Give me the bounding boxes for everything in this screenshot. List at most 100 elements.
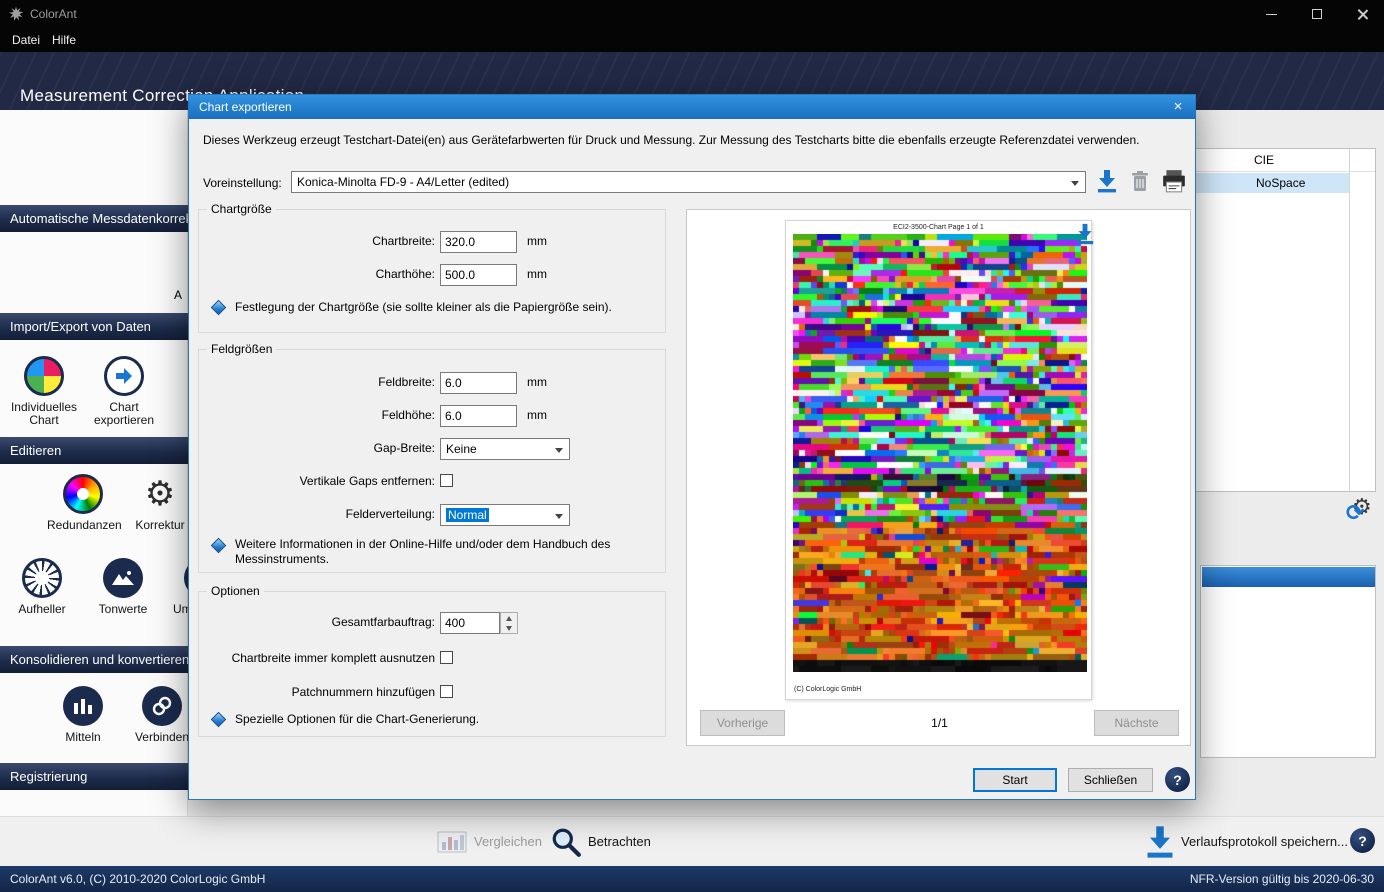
bottom-toolbar: Vergleichen Betrachten Verlaufsprotokoll… [0, 816, 1384, 866]
trash-icon [1130, 170, 1150, 193]
printer-icon [1161, 169, 1187, 193]
tool-aufheller[interactable]: Aufheller [6, 558, 78, 616]
preset-combobox[interactable]: Konica-Minolta FD-9 - A4/Letter (edited) [291, 171, 1086, 193]
next-page-button[interactable]: Nächste [1094, 710, 1179, 736]
save-preset-button[interactable] [1095, 169, 1121, 195]
brightener-icon [22, 558, 62, 598]
menu-hilfe[interactable]: Hilfe [44, 28, 84, 52]
patch-height-input[interactable] [440, 405, 517, 427]
preview-page-footer: (C) ColorLogic GmbH [794, 686, 861, 693]
dialog-description: Dieses Werkzeug erzeugt Testchart-Datei(… [203, 133, 1185, 147]
tool-individuelles-chart[interactable]: Individuelles Chart [10, 356, 78, 427]
maximize-icon [1312, 9, 1322, 19]
maximize-button[interactable] [1294, 0, 1340, 28]
sync-settings-button[interactable]: ⚙ ⟳ [1346, 494, 1378, 526]
patch-width-input[interactable] [440, 372, 517, 394]
full-width-label: Chartbreite immer komplett ausnutzen [219, 651, 435, 665]
help-icon: ? [1358, 833, 1367, 849]
chart-height-label: Charthöhe: [219, 267, 435, 281]
tool-redundanzen[interactable]: Redundanzen [47, 474, 119, 532]
statusbar-right: NFR-Version gültig bis 2020-06-30 [1190, 872, 1374, 886]
compare-label: Vergleichen [474, 834, 542, 849]
delete-preset-button[interactable] [1130, 170, 1154, 194]
print-chart-button[interactable] [1161, 169, 1189, 195]
chart-height-input[interactable] [440, 264, 517, 286]
vertical-gaps-label: Vertikale Gaps entfernen: [219, 474, 435, 488]
statusbar: ColorAnt v6.0, (C) 2010-2020 ColorLogic … [0, 866, 1384, 892]
gap-width-label: Gap-Breite: [219, 441, 435, 455]
patch-width-label: Feldbreite: [219, 375, 435, 389]
view-label: Betrachten [588, 834, 651, 849]
info-diamond-icon [211, 538, 227, 554]
distribution-value: Normal [446, 508, 489, 522]
save-preview-button[interactable] [1075, 223, 1097, 247]
view-button[interactable] [550, 826, 582, 858]
start-button[interactable]: Start [973, 768, 1057, 792]
info-diamond-icon [211, 712, 227, 728]
chart-export-dialog: Chart exportieren × Dieses Werkzeug erze… [188, 94, 1196, 800]
chart-height-unit: mm [527, 267, 547, 281]
save-log-label: Verlaufsprotokoll speichern... [1181, 834, 1348, 849]
toolbar-help-button[interactable]: ? [1350, 828, 1375, 853]
options-info: Spezielle Optionen für die Chart-Generie… [235, 712, 660, 727]
chart-export-icon [104, 356, 144, 396]
table-col-cie: CIE [1254, 153, 1274, 167]
close-dialog-button[interactable]: Schließen [1068, 768, 1153, 792]
compare-icon [437, 828, 467, 856]
dialog-help-button[interactable]: ? [1165, 767, 1190, 792]
gap-width-value: Keine [446, 442, 477, 456]
vertical-gaps-checkbox[interactable] [440, 474, 453, 487]
patch-size-info: Weitere Informationen in der Online-Hilf… [235, 537, 635, 567]
group-options: Optionen Gesamtfarbauftrag: Chartbreite … [198, 591, 666, 737]
dialog-close-button[interactable]: × [1167, 95, 1189, 119]
spinner-up-button[interactable] [501, 613, 517, 623]
tool-mitteln[interactable]: Mitteln [47, 686, 119, 744]
chevron-down-icon [555, 448, 563, 453]
tac-input[interactable] [440, 612, 500, 634]
compare-button[interactable] [437, 828, 467, 856]
window-titlebar: ColorAnt [0, 0, 1384, 28]
patch-width-unit: mm [527, 375, 547, 389]
info-diamond-icon [211, 300, 227, 316]
preview-page-header: ECI2-3500-Chart Page 1 of 1 [786, 224, 1091, 231]
full-width-checkbox[interactable] [440, 651, 453, 664]
download-icon [1145, 825, 1175, 859]
spinner-down-icon [506, 626, 512, 631]
minimize-button[interactable] [1248, 0, 1294, 28]
spinner-down-button[interactable] [501, 623, 517, 633]
dialog-title: Chart exportieren [199, 100, 292, 114]
close-icon [1357, 8, 1369, 20]
chart-preview-patches [793, 234, 1087, 672]
menu-datei[interactable]: Datei [4, 28, 48, 52]
preview-page: ECI2-3500-Chart Page 1 of 1 (C) ColorLog… [785, 220, 1092, 700]
individual-chart-icon [24, 356, 64, 396]
chart-width-label: Chartbreite: [219, 234, 435, 248]
tool-korrektur[interactable]: ⚙ Korrektur [124, 474, 196, 532]
spinner-up-icon [506, 616, 512, 621]
window-title: ColorAnt [30, 7, 77, 21]
gap-width-combobox[interactable]: Keine [440, 438, 570, 460]
chart-width-input[interactable] [440, 231, 517, 253]
chevron-down-icon [1071, 181, 1079, 186]
previous-page-button[interactable]: Vorherige [700, 710, 785, 736]
partial-hidden-label: A [174, 288, 182, 302]
patch-height-label: Feldhöhe: [219, 408, 435, 422]
preset-label: Voreinstellung: [203, 176, 282, 190]
average-bars-icon [63, 686, 103, 726]
tone-values-icon [103, 558, 143, 598]
close-window-button[interactable] [1340, 0, 1384, 28]
sync-arrows-icon: ⟳ [1346, 500, 1364, 526]
tac-spinner[interactable] [500, 612, 518, 634]
download-icon [1075, 223, 1095, 245]
correction-gear-icon: ⚙ [140, 474, 180, 514]
chart-width-unit: mm [527, 234, 547, 248]
distribution-combobox[interactable]: Normal [440, 504, 570, 526]
selected-status-row[interactable] [1202, 567, 1375, 587]
patch-numbers-checkbox[interactable] [440, 685, 453, 698]
chevron-down-icon [555, 514, 563, 519]
tool-tonwerte[interactable]: Tonwerte [87, 558, 159, 616]
status-list-panel [1200, 565, 1376, 758]
tool-chart-exportieren[interactable]: Chart exportieren [90, 356, 158, 427]
magnifier-icon [550, 826, 582, 858]
save-log-button[interactable] [1145, 825, 1175, 859]
